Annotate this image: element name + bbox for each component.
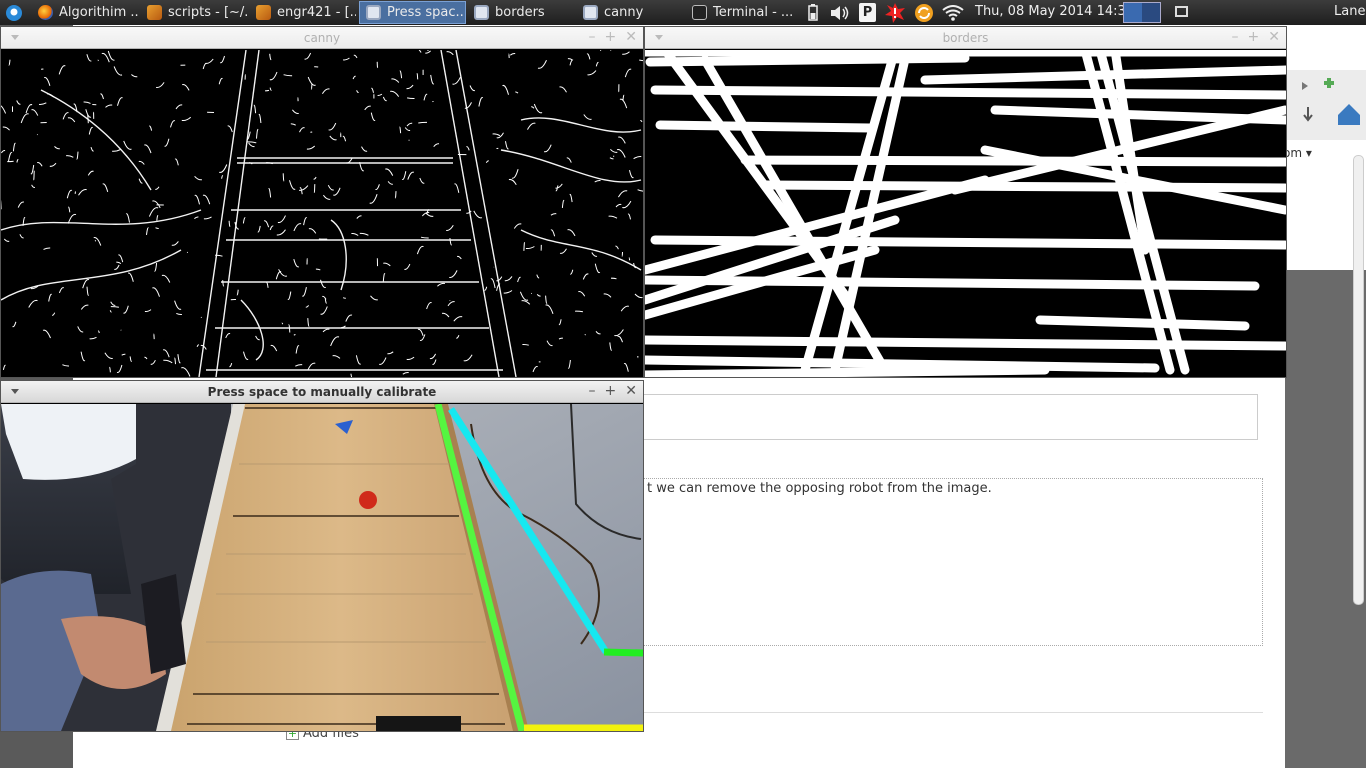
calibrate-titlebar[interactable]: Press space to manually calibrate – + ✕: [1, 381, 643, 403]
browser-scrollbar[interactable]: [1353, 155, 1364, 605]
download-icon: [1303, 107, 1313, 122]
calibrate-window[interactable]: Press space to manually calibrate – + ✕: [0, 380, 644, 732]
close-icon[interactable]: ✕: [625, 383, 637, 399]
task-label: Press spac...: [387, 5, 466, 20]
close-icon[interactable]: ✕: [1268, 29, 1280, 45]
task-label: canny: [604, 5, 644, 20]
browser-select[interactable]: om ▾: [1283, 146, 1312, 160]
canny-titlebar[interactable]: canny – + ✕: [1, 27, 643, 49]
issue-description-textarea[interactable]: [640, 478, 1263, 646]
window-icon: [474, 5, 489, 20]
issue-title-input[interactable]: [640, 394, 1258, 440]
add-tab-icon: [1324, 78, 1334, 88]
app-menu-icon[interactable]: [3, 3, 25, 22]
task-label: Algorithim ...: [59, 5, 138, 20]
borders-hough-lines-image: [645, 50, 1286, 377]
pidgin-icon[interactable]: P: [859, 3, 876, 22]
task-canny[interactable]: canny: [577, 1, 683, 24]
maximize-icon[interactable]: +: [605, 29, 617, 45]
window-icon: [366, 5, 381, 20]
canny-edge-image: [1, 50, 643, 377]
task-label: borders: [495, 5, 545, 20]
maximize-icon[interactable]: +: [1248, 29, 1260, 45]
task-label: Terminal - ...: [713, 5, 794, 20]
task-label: engr421 - [...: [277, 5, 356, 20]
camera-feed-image: [1, 404, 643, 731]
battery-icon[interactable]: [806, 3, 820, 22]
code-editor-icon: [256, 5, 271, 20]
minimize-icon[interactable]: –: [589, 383, 596, 399]
arrow-right-icon: [1302, 82, 1308, 90]
calibrate-title: Press space to manually calibrate: [207, 385, 437, 399]
task-borders[interactable]: borders: [468, 1, 574, 24]
clock[interactable]: Thu, 08 May 2014 14:34: [975, 4, 1134, 19]
close-icon[interactable]: ✕: [625, 29, 637, 45]
task-algorithim[interactable]: Algorithim ...: [32, 1, 138, 24]
user-menu[interactable]: Lane: [1334, 4, 1365, 19]
desktop: t we can remove the opposing robot from …: [0, 0, 1366, 768]
borders-titlebar[interactable]: borders – + ✕: [645, 27, 1286, 49]
minimize-icon[interactable]: –: [589, 29, 596, 45]
task-scripts[interactable]: scripts - [~/...: [141, 1, 247, 24]
show-desktop-icon[interactable]: [1175, 6, 1188, 17]
alert-icon[interactable]: [884, 2, 906, 23]
update-icon[interactable]: [913, 3, 935, 22]
form-divider: [640, 712, 1263, 713]
volume-icon[interactable]: [828, 3, 850, 22]
task-terminal[interactable]: Terminal - ...: [686, 1, 798, 24]
task-label: scripts - [~/...: [168, 5, 247, 20]
borders-title: borders: [942, 31, 989, 45]
description-text: t we can remove the opposing robot from …: [647, 481, 992, 496]
workspace-switcher[interactable]: [1123, 2, 1161, 23]
code-editor-icon: [147, 5, 162, 20]
wifi-icon[interactable]: [941, 3, 965, 22]
minimize-icon[interactable]: –: [1232, 29, 1239, 45]
terminal-icon: [692, 5, 707, 20]
canny-title: canny: [303, 31, 341, 45]
task-engr421[interactable]: engr421 - [...: [250, 1, 356, 24]
pidgin-label: P: [862, 5, 873, 20]
task-press-space[interactable]: Press spac...: [359, 1, 466, 24]
top-panel: Algorithim ... scripts - [~/... engr421 …: [0, 0, 1366, 25]
firefox-icon: [38, 5, 53, 20]
home-icon: [1338, 104, 1360, 125]
maximize-icon[interactable]: +: [605, 383, 617, 399]
window-icon: [583, 5, 598, 20]
borders-window[interactable]: borders – + ✕: [644, 26, 1287, 378]
canny-window[interactable]: canny – + ✕: [0, 26, 644, 378]
browser-toolbar-icons: [1302, 78, 1360, 125]
